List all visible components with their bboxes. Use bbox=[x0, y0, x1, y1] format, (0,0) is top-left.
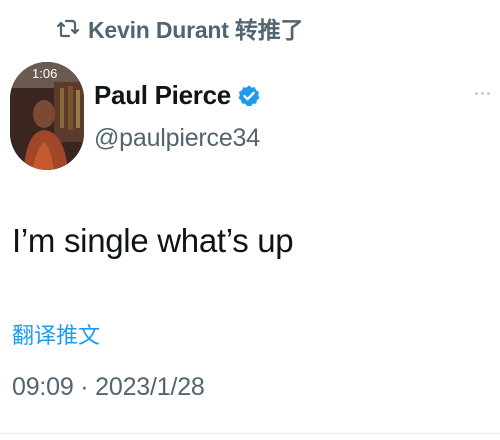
tweet-timestamp[interactable]: 09:09 · 2023/1/28 bbox=[12, 373, 205, 402]
more-options-icon[interactable] bbox=[475, 92, 490, 95]
divider bbox=[0, 433, 500, 434]
avatar[interactable]: 1:06 bbox=[10, 62, 84, 170]
more-dot bbox=[487, 92, 490, 95]
tweet-card: Kevin Durant 转推了 1:06 Paul Pierce @paulp… bbox=[0, 0, 500, 440]
retweet-icon bbox=[56, 17, 80, 39]
more-dot bbox=[481, 92, 484, 95]
display-name[interactable]: Paul Pierce bbox=[94, 80, 231, 111]
verified-badge-icon bbox=[237, 84, 261, 108]
more-dot bbox=[475, 92, 478, 95]
tweet-text: I’m single what’s up bbox=[12, 222, 294, 259]
avatar-clock: 1:06 bbox=[32, 66, 57, 81]
author-name-row[interactable]: Paul Pierce bbox=[94, 80, 261, 111]
retweet-context[interactable]: Kevin Durant 转推了 bbox=[56, 10, 304, 46]
translate-tweet-link[interactable]: 翻译推文 bbox=[12, 318, 100, 350]
author-handle[interactable]: @paulpierce34 bbox=[94, 124, 260, 153]
retweet-label: Kevin Durant 转推了 bbox=[88, 17, 304, 43]
